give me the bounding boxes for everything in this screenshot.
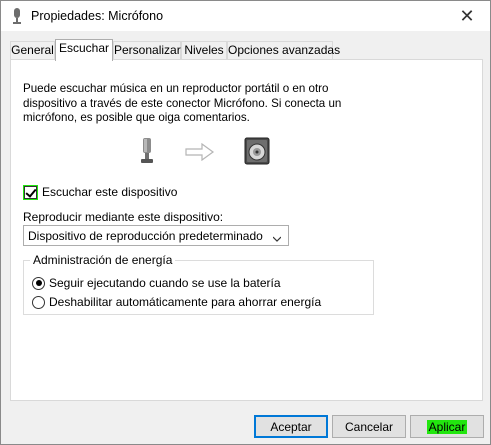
tab-opciones-avanzadas[interactable]: Opciones avanzadas bbox=[227, 41, 340, 60]
microphone-icon bbox=[11, 8, 23, 24]
listen-checkbox[interactable] bbox=[24, 185, 37, 199]
listen-checkbox-highlight bbox=[23, 184, 38, 200]
microphone-icon bbox=[138, 137, 156, 168]
speaker-icon bbox=[244, 137, 270, 168]
power-management-legend: Administración de energía bbox=[30, 253, 176, 267]
radio-auto-disable[interactable] bbox=[32, 295, 45, 309]
arrow-right-icon bbox=[185, 142, 215, 164]
close-icon: ✕ bbox=[459, 5, 475, 26]
cancel-button[interactable]: Cancelar bbox=[332, 415, 406, 438]
listen-checkbox-row[interactable]: Escuchar este dispositivo bbox=[23, 184, 177, 200]
radio-keep-running-label[interactable]: Seguir ejecutando cuando se use la bater… bbox=[49, 276, 281, 290]
apply-button-label: Aplicar bbox=[426, 419, 468, 434]
apply-button[interactable]: Aplicar bbox=[410, 415, 484, 438]
close-button[interactable]: ✕ bbox=[444, 1, 490, 31]
playback-device-select[interactable]: Dispositivo de reproducción predetermina… bbox=[23, 225, 289, 246]
accept-button[interactable]: Aceptar bbox=[254, 415, 328, 438]
tab-escuchar[interactable]: Escuchar bbox=[55, 39, 113, 61]
listen-description: Puede escuchar música en un reproductor … bbox=[23, 82, 342, 124]
radio-keep-running-row[interactable]: Seguir ejecutando cuando se use la bater… bbox=[32, 275, 281, 291]
title-bar: Propiedades: Micrófono ✕ bbox=[1, 1, 490, 31]
tab-niveles[interactable]: Niveles bbox=[181, 41, 227, 60]
tab-personalizar[interactable]: Personalizar bbox=[113, 41, 181, 60]
tab-general[interactable]: General bbox=[10, 41, 55, 60]
playback-device-value: Dispositivo de reproducción predetermina… bbox=[28, 228, 263, 243]
power-management-group: Administración de energía Seguir ejecuta… bbox=[23, 253, 374, 315]
radio-keep-running[interactable] bbox=[32, 276, 45, 290]
chevron-down-icon bbox=[272, 232, 282, 242]
window-title: Propiedades: Micrófono bbox=[31, 9, 164, 23]
tab-panel: Puede escuchar música en un reproductor … bbox=[10, 59, 483, 401]
playback-device-label: Reproducir mediante este dispositivo: bbox=[23, 210, 224, 224]
connection-illustration bbox=[138, 137, 278, 169]
properties-window: Propiedades: Micrófono ✕ General Escucha… bbox=[0, 0, 491, 445]
listen-checkbox-label[interactable]: Escuchar este dispositivo bbox=[42, 185, 177, 199]
radio-auto-disable-label[interactable]: Deshabilitar automáticamente para ahorra… bbox=[49, 295, 321, 309]
radio-auto-disable-row[interactable]: Deshabilitar automáticamente para ahorra… bbox=[32, 294, 321, 310]
